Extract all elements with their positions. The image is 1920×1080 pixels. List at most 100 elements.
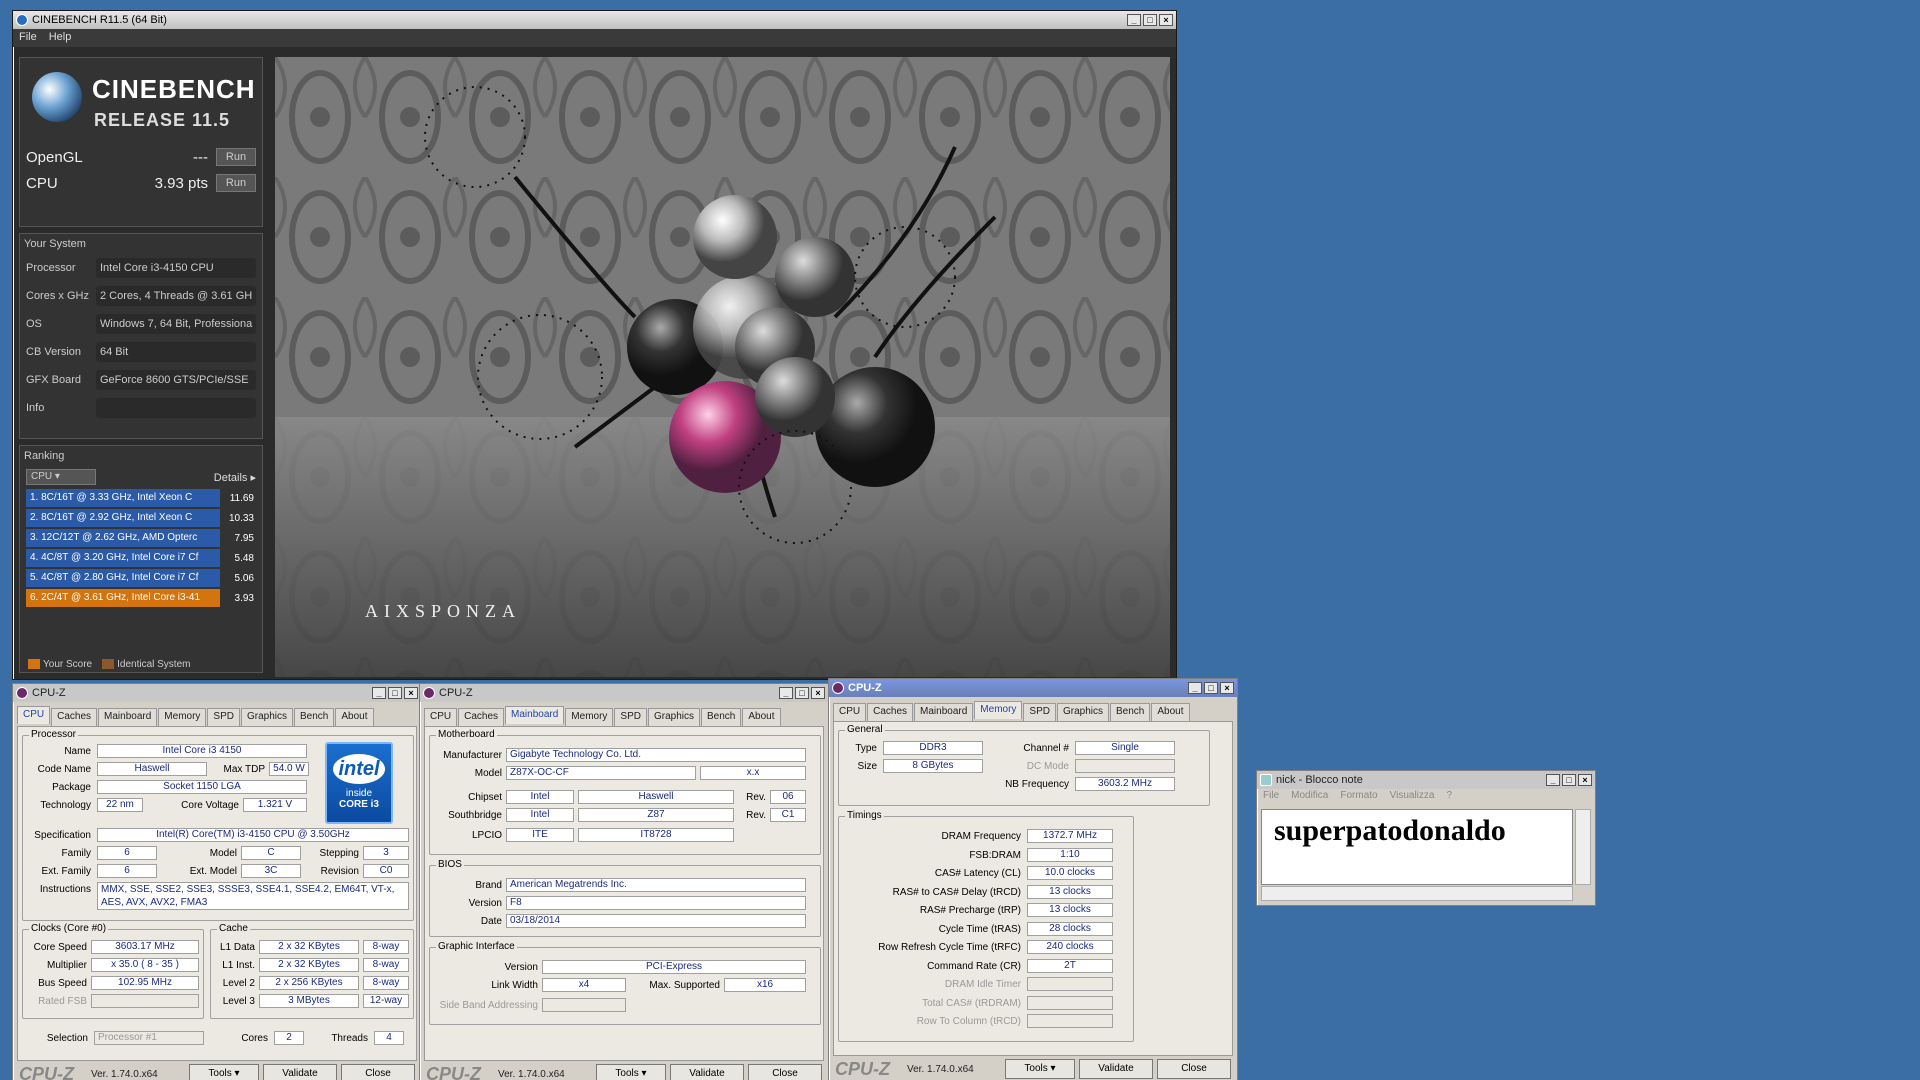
minimize-icon[interactable]: _ — [372, 687, 386, 699]
ranking-entry-score: 10.33 — [228, 512, 254, 524]
tab-memory[interactable]: Memory — [565, 708, 614, 726]
minimize-icon[interactable]: _ — [1546, 774, 1560, 786]
processor-group: Processor Name Intel Core i3 4150 Code N… — [22, 729, 414, 921]
cpu-run-button[interactable]: Run — [216, 174, 256, 192]
tools-button[interactable]: Tools ▾ — [596, 1064, 666, 1080]
tab-spd[interactable]: SPD — [207, 708, 240, 726]
ranking-panel: Ranking CPU ▾ Details ▸ 1. 8C/16T @ 3.33… — [19, 445, 263, 673]
menu-visualizza[interactable]: Visualizza — [1390, 790, 1435, 804]
cpu-score-value: 3.93 pts — [154, 174, 208, 192]
cpuz-titlebar[interactable]: CPU-Z _ □ × — [420, 684, 828, 702]
cpuz-version: Ver. 1.74.0.x64 — [91, 1068, 158, 1080]
menu-file[interactable]: File — [19, 31, 37, 45]
details-button[interactable]: Details ▸ — [214, 471, 256, 484]
tab-cpu[interactable]: CPU — [424, 708, 458, 726]
tab-about[interactable]: About — [335, 708, 374, 726]
ranking-row[interactable]: 2. 8C/16T @ 2.92 GHz, Intel Xeon C 10.33 — [26, 508, 256, 528]
tab-caches[interactable]: Caches — [458, 708, 505, 726]
ranking-row[interactable]: 1. 8C/16T @ 3.33 GHz, Intel Xeon C 11.69 — [26, 488, 256, 508]
tab-cpu[interactable]: CPU — [17, 706, 51, 724]
menu-file[interactable]: File — [1263, 790, 1279, 804]
close-icon[interactable]: × — [1159, 14, 1173, 26]
name-label: Name — [64, 746, 91, 757]
tools-button[interactable]: Tools ▾ — [189, 1064, 259, 1080]
ranking-row[interactable]: 6. 2C/4T @ 3.61 GHz, Intel Core i3-41 3.9… — [26, 588, 256, 608]
tab-spd[interactable]: SPD — [1023, 703, 1056, 721]
validate-button[interactable]: Validate — [1079, 1059, 1153, 1079]
close-button[interactable]: Close — [1157, 1059, 1231, 1079]
tab-graphics[interactable]: Graphics — [647, 708, 700, 726]
ranking-dropdown[interactable]: CPU ▾ — [26, 469, 96, 485]
tab-memory[interactable]: Memory — [974, 701, 1023, 719]
menu-help[interactable]: ? — [1446, 790, 1452, 804]
threads-label: Threads — [331, 1033, 368, 1044]
timings-group: Timings DRAM Frequency 1372.7 MHz FSB:DRAM… — [838, 810, 1134, 1042]
maximize-icon[interactable]: □ — [388, 687, 402, 699]
cpuz-titlebar[interactable]: CPU-Z _ □ × — [829, 679, 1237, 697]
tab-graphics[interactable]: Graphics — [1056, 703, 1109, 721]
tab-bench[interactable]: Bench — [1110, 703, 1151, 721]
tab-bench[interactable]: Bench — [701, 708, 742, 726]
channel-label: Channel # — [1023, 743, 1069, 754]
tab-about[interactable]: About — [1151, 703, 1190, 721]
tools-label: Tools — [615, 1068, 639, 1079]
tools-label: Tools — [208, 1068, 232, 1079]
cinebench-title: CINEBENCH R11.5 (64 Bit) — [32, 14, 167, 26]
maximize-icon[interactable]: □ — [795, 687, 809, 699]
minimize-icon[interactable]: _ — [779, 687, 793, 699]
tab-memory[interactable]: Memory — [158, 708, 207, 726]
timing-value: 1:10 — [1027, 847, 1113, 862]
cinebench-titlebar[interactable]: CINEBENCH R11.5 (64 Bit) _ □ × — [13, 11, 1176, 29]
ranking-row[interactable]: 4. 4C/8T @ 3.20 GHz, Intel Core i7 Cf 5.4… — [26, 548, 256, 568]
tab-spd[interactable]: SPD — [614, 708, 647, 726]
timing-label: FSB:DRAM — [969, 849, 1021, 861]
vertical-scrollbar[interactable] — [1575, 809, 1591, 885]
processor-selection-dropdown[interactable]: Processor #1 — [94, 1031, 204, 1045]
horizontal-scrollbar[interactable] — [1261, 886, 1573, 901]
validate-button[interactable]: Validate — [263, 1064, 337, 1080]
ranking-row[interactable]: 5. 4C/8T @ 2.80 GHz, Intel Core i7 Cf 5.0… — [26, 568, 256, 588]
specification-value: Intel(R) Core(TM) i3-4150 CPU @ 3.50GHz — [97, 828, 409, 842]
menu-formato[interactable]: Formato — [1340, 790, 1377, 804]
notepad-text-area[interactable]: superpatodonaldo — [1261, 809, 1573, 885]
validate-button[interactable]: Validate — [670, 1064, 744, 1080]
close-icon[interactable]: × — [404, 687, 418, 699]
maximize-icon[interactable]: □ — [1204, 682, 1218, 694]
menu-modifica[interactable]: Modifica — [1291, 790, 1328, 804]
tools-button[interactable]: Tools ▾ — [1005, 1059, 1075, 1079]
tab-mainboard[interactable]: Mainboard — [914, 703, 974, 721]
minimize-icon[interactable]: _ — [1127, 14, 1141, 26]
tab-caches[interactable]: Caches — [51, 708, 98, 726]
tab-mainboard[interactable]: Mainboard — [98, 708, 158, 726]
cpuz-tabs: CPU Caches Mainboard Memory SPD Graphics Bench… — [829, 697, 1237, 721]
tab-graphics[interactable]: Graphics — [240, 708, 293, 726]
ranking-row[interactable]: 3. 12C/12T @ 2.62 GHz, AMD Opterc 7.95 — [26, 528, 256, 548]
system-info-value: 2 Cores, 4 Threads @ 3.61 GH — [96, 286, 256, 306]
bios-group-title: BIOS — [436, 859, 464, 870]
system-info-key: CB Version — [26, 346, 82, 358]
maximize-icon[interactable]: □ — [1562, 774, 1576, 786]
timing-label: Row To Column (tRCD) — [916, 1016, 1021, 1027]
close-button[interactable]: Close — [341, 1064, 415, 1080]
close-icon[interactable]: × — [811, 687, 825, 699]
render-viewport: AIXSPONZA — [275, 57, 1170, 677]
tab-bench[interactable]: Bench — [294, 708, 335, 726]
gi-version-label: Version — [504, 962, 538, 973]
notepad-titlebar[interactable]: nick - Blocco note _ □ × — [1257, 771, 1595, 789]
tab-cpu[interactable]: CPU — [833, 703, 867, 721]
tab-caches[interactable]: Caches — [867, 703, 914, 721]
model-label: Model — [474, 768, 502, 779]
opengl-run-button[interactable]: Run — [216, 148, 256, 166]
close-icon[interactable]: × — [1578, 774, 1592, 786]
maximize-icon[interactable]: □ — [1143, 14, 1157, 26]
maxtdp-value: 54.0 W — [269, 762, 309, 776]
menu-help[interactable]: Help — [49, 31, 72, 45]
close-icon[interactable]: × — [1220, 682, 1234, 694]
close-button[interactable]: Close — [748, 1064, 822, 1080]
cpuz-titlebar[interactable]: CPU-Z _ □ × — [13, 684, 421, 702]
tab-about[interactable]: About — [742, 708, 781, 726]
tab-mainboard[interactable]: Mainboard — [505, 706, 565, 724]
cinebench-menubar: File Help — [13, 29, 1176, 47]
minimize-icon[interactable]: _ — [1188, 682, 1202, 694]
chipset-name: Haswell — [578, 790, 734, 804]
